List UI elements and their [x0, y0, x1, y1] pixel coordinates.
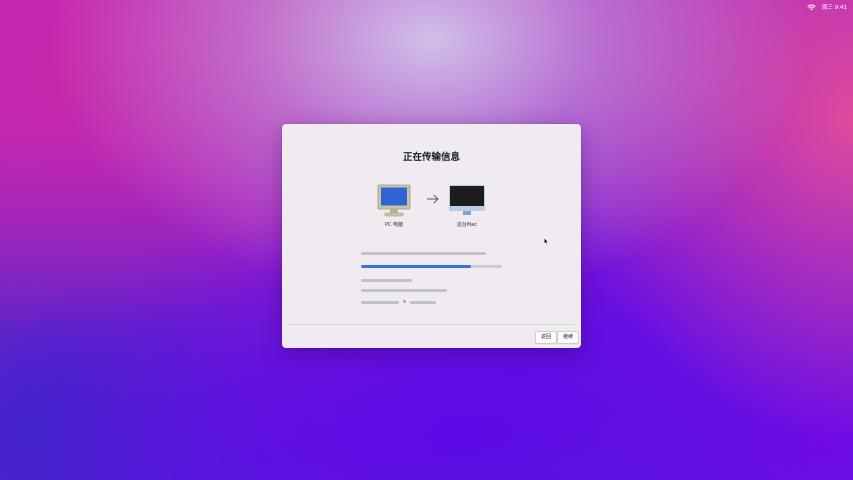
wifi-icon[interactable] [807, 4, 816, 11]
pc-monitor-icon [377, 184, 411, 217]
separator-dot [403, 300, 406, 303]
detail-text-placeholder [361, 279, 412, 282]
imac-icon [449, 185, 485, 215]
dialog-title: 正在传输信息 [402, 152, 460, 163]
target-device: 这台Mac [442, 184, 492, 228]
time-text-placeholder [410, 301, 436, 304]
time-text-placeholder [361, 301, 399, 304]
target-device-label: 这台Mac [456, 222, 478, 228]
desktop-wallpaper: 周三 9:41 正在传输信息 PC 电脑 这台Mac 返回 继续 [0, 0, 853, 480]
dialog-divider [288, 324, 575, 325]
source-device: PC 电脑 [369, 184, 419, 228]
menubar-clock[interactable]: 周三 9:41 [822, 3, 847, 11]
back-button[interactable]: 返回 [535, 331, 557, 344]
transfer-progress-fill [361, 265, 471, 268]
detail-text-placeholder [361, 289, 447, 292]
source-device-label: PC 电脑 [384, 222, 404, 228]
continue-button[interactable]: 继续 [557, 331, 579, 344]
migration-assistant-dialog: 正在传输信息 PC 电脑 这台Mac 返回 继续 [282, 124, 581, 348]
status-text-placeholder [361, 252, 486, 255]
transfer-progress-bar [361, 265, 502, 268]
mouse-pointer-icon [544, 238, 549, 245]
menu-bar: 周三 9:41 [807, 0, 853, 14]
arrow-right-icon [427, 194, 439, 204]
